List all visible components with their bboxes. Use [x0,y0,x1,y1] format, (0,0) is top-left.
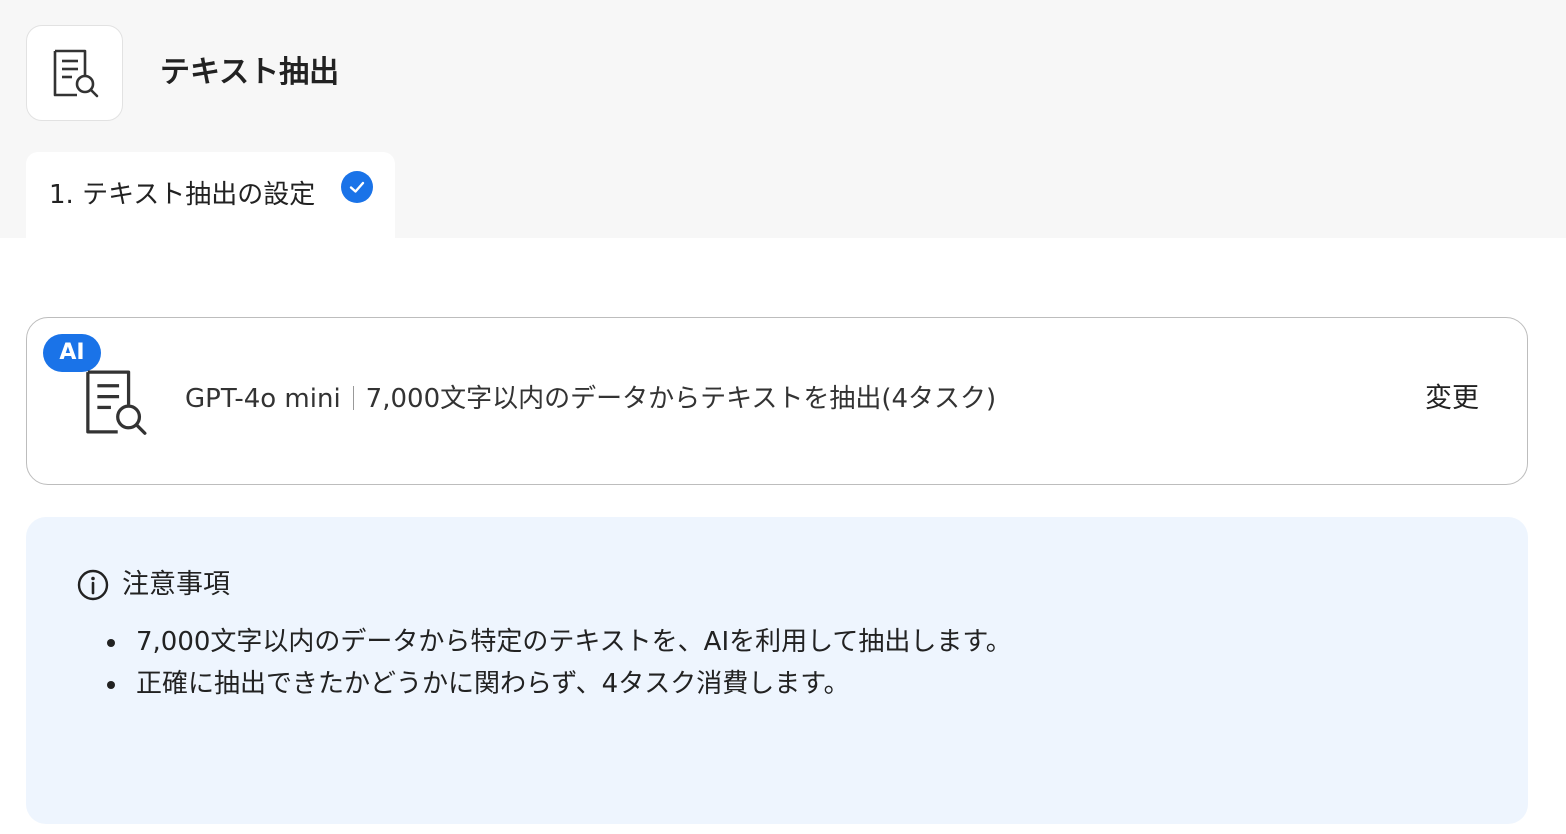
notice-header: 注意事項 [76,567,230,603]
notice-list: 7,000文字以内のデータから特定のテキストを、AIを利用して抽出します。 正確… [107,621,1012,705]
step-label: 1. テキスト抽出の設定 [49,180,316,210]
action-description: GPT-4o mini 7,000文字以内のデータからテキストを抽出(4タスク) [185,380,996,418]
info-icon [77,569,109,601]
header-area: テキスト抽出 1. テキスト抽出の設定 [0,0,1566,238]
change-button[interactable]: 変更 [1425,380,1479,418]
action-card: AI GPT-4o mini 7,000文字以内のデータからテキストを抽出(4タス… [26,317,1528,485]
app-icon-container [26,25,123,121]
model-name: GPT-4o mini [185,384,341,414]
document-search-icon [53,49,98,98]
document-search-icon [86,370,147,435]
separator [352,385,354,410]
notice-item: 7,000文字以内のデータから特定のテキストを、AIを利用して抽出します。 [107,621,1012,663]
page-title: テキスト抽出 [160,55,340,90]
notice-item: 正確に抽出できたかどうかに関わらず、4タスク消費します。 [107,663,1012,705]
notice-title: 注意事項 [122,569,230,600]
action-detail: 7,000文字以内のデータからテキストを抽出(4タスク) [365,384,997,414]
tab-step-1[interactable]: 1. テキスト抽出の設定 [26,152,395,238]
check-circle-icon [341,171,373,203]
notice-panel: 注意事項 7,000文字以内のデータから特定のテキストを、AIを利用して抽出しま… [26,517,1528,824]
